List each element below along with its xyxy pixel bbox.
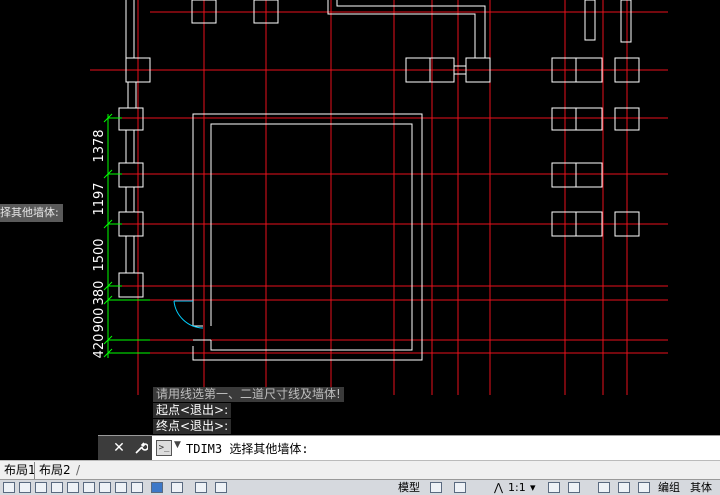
transparency-icon[interactable]: [151, 482, 163, 493]
history-dropdown-icon[interactable]: ▼: [174, 440, 181, 450]
model-label[interactable]: 模型: [398, 481, 420, 495]
annotation-scale-icon[interactable]: ⋀: [494, 481, 503, 495]
command-input[interactable]: TDIM3 选择其他墙体:: [186, 440, 309, 457]
sc-icon[interactable]: [195, 482, 207, 493]
tab-separator: /: [76, 463, 81, 477]
ortho-icon[interactable]: [35, 482, 47, 493]
status-label-other[interactable]: 其体: [690, 481, 712, 495]
osnap-icon[interactable]: [67, 482, 79, 493]
chevron-down-icon[interactable]: ▾: [530, 481, 536, 495]
history-line-3: 终点<退出>:: [153, 419, 232, 434]
history-line-1: 请用线选第一、二道尺寸线及墙体!: [153, 387, 344, 402]
walls: [118, 0, 640, 361]
ducs-icon[interactable]: [99, 482, 111, 493]
command-line: ✕ >_ ▼ TDIM3 选择其他墙体:: [98, 435, 720, 460]
door-arc: [173, 300, 204, 329]
dimension-labels: 1378 1197 1500 380 900420: [92, 129, 107, 358]
status-label-group[interactable]: 编组: [658, 481, 680, 495]
dyn-icon[interactable]: [115, 482, 127, 493]
lwt-icon[interactable]: [131, 482, 143, 493]
grip-handle[interactable]: [98, 436, 108, 460]
dimension-label: 380: [92, 281, 107, 306]
layout-tabs: 布局1 布局2 /: [0, 460, 720, 479]
am-icon[interactable]: [215, 482, 227, 493]
dimension-label: 1378: [92, 129, 107, 162]
isolate-icon[interactable]: [638, 482, 650, 493]
dimension-label: 900: [92, 308, 107, 333]
annotation-scale[interactable]: 1:1: [508, 481, 526, 495]
status-bar: 模型 ⋀ 1:1 ▾ 编组 其体: [0, 479, 720, 495]
dimension-label: 420: [92, 334, 107, 359]
grid-icon[interactable]: [19, 482, 31, 493]
viewport-icon[interactable]: [454, 482, 466, 493]
wrench-icon[interactable]: [130, 436, 152, 460]
dimension-label: 1500: [92, 238, 107, 271]
qp-icon[interactable]: [171, 482, 183, 493]
drawing-canvas[interactable]: 1378 1197 1500 380 900 420: [0, 0, 720, 437]
paper-icon[interactable]: [430, 482, 442, 493]
cursor-tooltip: 择其他墙体:: [0, 204, 63, 222]
snap-icon[interactable]: [3, 482, 15, 493]
autoscale-icon[interactable]: [568, 482, 580, 493]
history-line-2: 起点<退出>:: [153, 403, 232, 418]
polar-icon[interactable]: [51, 482, 63, 493]
gear-icon[interactable]: [598, 482, 610, 493]
dimension-label: 1197: [92, 182, 107, 215]
otrack-icon[interactable]: [83, 482, 95, 493]
lock-icon[interactable]: [618, 482, 630, 493]
tab-layout2[interactable]: 布局2: [34, 462, 75, 479]
axis-grid: [90, 0, 668, 395]
close-icon[interactable]: ✕: [108, 436, 130, 460]
prompt-icon[interactable]: >_: [156, 440, 172, 456]
annotation-visibility-icon[interactable]: [548, 482, 560, 493]
